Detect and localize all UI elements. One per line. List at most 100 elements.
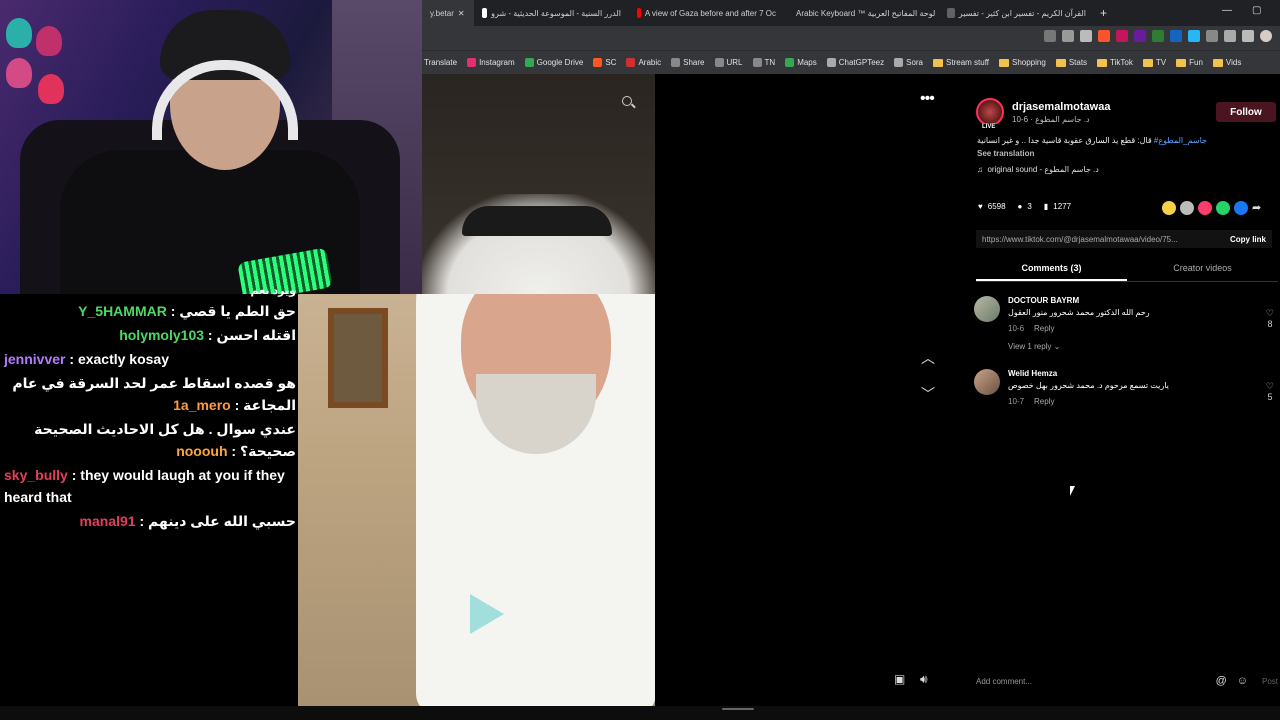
bookmark-item[interactable]: Instagram [467, 58, 515, 67]
bookmark-item[interactable]: Arabic [626, 58, 661, 67]
chat-username[interactable]: jennivver [4, 351, 65, 367]
chat-username[interactable]: sky_bully [4, 467, 68, 483]
view-replies[interactable]: View 1 reply ⌄ [1008, 342, 1060, 351]
video-player[interactable] [298, 294, 655, 706]
chat-username[interactable]: holymoly103 [119, 327, 204, 343]
sound-row[interactable]: ♫ original sound - د. جاسم المطوع [977, 165, 1099, 174]
author-name[interactable]: drjasemalmotawaa [1012, 101, 1110, 113]
hashtag-link[interactable]: جاسم_المطوع# [1154, 136, 1207, 145]
bookmark-item[interactable]: ChatGPTeez [826, 58, 885, 67]
bookmark-item[interactable]: SC [593, 58, 616, 67]
bookmark-label: ChatGPTeez [838, 58, 885, 67]
browser-tab[interactable]: y.betar ✕ [422, 0, 474, 26]
bookmark-item[interactable]: Vids [1212, 58, 1242, 67]
heart-icon: ♥ [978, 202, 983, 211]
folder-icon [1142, 58, 1153, 67]
volume-icon[interactable]: 🔊︎ [920, 672, 928, 687]
tab-favicon-icon [482, 8, 488, 18]
chat-text: حسبي الله على دينهم [148, 513, 296, 529]
wall-frame [328, 308, 388, 408]
reply-button[interactable]: Reply [1034, 324, 1054, 333]
forward-icon[interactable]: ➦ [1252, 201, 1261, 215]
extension-icon-2[interactable] [1152, 30, 1164, 42]
bookmark-item[interactable]: Translate [424, 58, 457, 67]
bookmark-item[interactable]: TN [752, 58, 775, 67]
bookmark-item[interactable]: URL [714, 58, 743, 67]
comment-input[interactable]: Add comment... [976, 677, 1032, 686]
save-stat[interactable]: ▮ 1277 [1044, 202, 1071, 211]
author-avatar[interactable]: LIVE [976, 98, 1004, 130]
picture-in-picture-icon[interactable]: ▣ [894, 672, 905, 686]
comment-meta: 10-6 Reply [1008, 324, 1054, 333]
bookmark-favicon-icon [626, 58, 636, 67]
share-icon-2[interactable] [1180, 201, 1194, 215]
bookmark-item[interactable]: Shopping [999, 58, 1046, 67]
emoji-icon[interactable]: ☺ [1237, 675, 1248, 687]
more-options-icon[interactable]: ••• [920, 90, 935, 108]
bookmark-item[interactable]: Share [671, 58, 705, 67]
comment-like[interactable]: ♡ 5 [1266, 381, 1274, 402]
bookmark-item[interactable]: Stats [1055, 58, 1087, 67]
whatsapp-icon[interactable] [1216, 201, 1230, 215]
like-stat[interactable]: ♥ 6598 [978, 202, 1006, 211]
follow-button[interactable]: Follow [1216, 102, 1276, 122]
browser-tab[interactable]: القرآن الكريم - تفسير ابن كثير - تفسير [939, 0, 1094, 26]
bookmark-label: Vids [1225, 58, 1242, 67]
see-translation-link[interactable]: See translation [977, 149, 1034, 158]
tab-comments[interactable]: Comments (3) [976, 258, 1127, 281]
new-tab-button[interactable]: + [1100, 6, 1107, 20]
rewards-icon[interactable] [1116, 30, 1128, 42]
bookmark-item[interactable]: Sora [894, 58, 923, 67]
music-icon[interactable] [1242, 30, 1254, 42]
bookmark-item[interactable]: Fun [1176, 58, 1203, 67]
extension-icon-4[interactable] [1188, 30, 1200, 42]
copy-link-button[interactable]: Copy link [1230, 235, 1266, 244]
extension-icon-3[interactable] [1170, 30, 1182, 42]
commenter-name[interactable]: Welid Hemza [1008, 369, 1057, 378]
minimize-icon[interactable]: — [1222, 5, 1232, 16]
post-button[interactable]: Post [1262, 677, 1278, 686]
commenter-avatar[interactable] [974, 369, 1000, 395]
cast-icon[interactable] [1062, 30, 1074, 42]
chat-username[interactable]: 1a_mero [173, 397, 231, 413]
bookmarks-bar: Translate Instagram Google Drive SC Arabic Sh… [422, 50, 1280, 74]
next-video-icon[interactable]: ﹀ [920, 384, 936, 402]
browser-tab[interactable]: الدرر السنية - الموسوعة الحديثية - شرو [474, 0, 629, 26]
bookmark-item[interactable]: TV [1142, 58, 1166, 67]
comment-text: رحم الله الدكتور محمد شحرور منور العقول [1008, 308, 1150, 317]
profile-icon[interactable] [1260, 30, 1272, 42]
maximize-icon[interactable]: ▢ [1252, 5, 1261, 16]
bookmark-item[interactable]: Maps [785, 58, 817, 67]
previous-video-icon[interactable]: ︿ [920, 348, 936, 366]
chat-text: اقتله احسن [216, 327, 296, 343]
chat-username[interactable]: Y_5HAMMAR [78, 303, 167, 319]
comment-stat[interactable]: ● 3 [1018, 202, 1032, 211]
sidebar-icon[interactable] [1224, 30, 1236, 42]
commenter-avatar[interactable] [974, 296, 1000, 322]
tab-creator-videos[interactable]: Creator videos [1127, 258, 1278, 281]
video-search-icon[interactable] [622, 96, 632, 106]
bookmark-item[interactable]: Google Drive [524, 58, 583, 67]
comment-like[interactable]: ♡ 8 [1266, 308, 1274, 329]
mention-icon[interactable]: @ [1216, 675, 1227, 687]
bookmark-item[interactable]: Stream stuff [933, 58, 989, 67]
chat-username[interactable]: nooouh [176, 443, 227, 459]
close-tab-icon[interactable]: ✕ [458, 9, 465, 18]
bookmark-item[interactable]: TikTok [1097, 58, 1133, 67]
video-description: جاسم_المطوع# قال: قطع يد السارق عقوبة قا… [977, 136, 1267, 145]
browser-tab[interactable]: Arabic Keyboard ™ لوحة المفاتيح العربية [784, 0, 939, 26]
share-icon-1[interactable] [1162, 201, 1176, 215]
chat-username[interactable]: manal91 [80, 513, 136, 529]
facebook-icon[interactable] [1234, 201, 1248, 215]
mute-icon[interactable] [1044, 30, 1056, 42]
browser-tab[interactable]: A view of Gaza before and after 7 Oc [629, 0, 784, 26]
extension-icon-1[interactable] [1134, 30, 1146, 42]
bookmark-label: Sora [906, 58, 924, 67]
brave-icon[interactable] [1098, 30, 1110, 42]
commenter-name[interactable]: DOCTOUR BAYRM [1008, 296, 1079, 305]
share-icon-3[interactable] [1198, 201, 1212, 215]
reply-button[interactable]: Reply [1034, 397, 1054, 406]
play-icon[interactable] [470, 594, 504, 634]
puzzle-icon[interactable] [1206, 30, 1218, 42]
share-icon[interactable] [1080, 30, 1092, 42]
